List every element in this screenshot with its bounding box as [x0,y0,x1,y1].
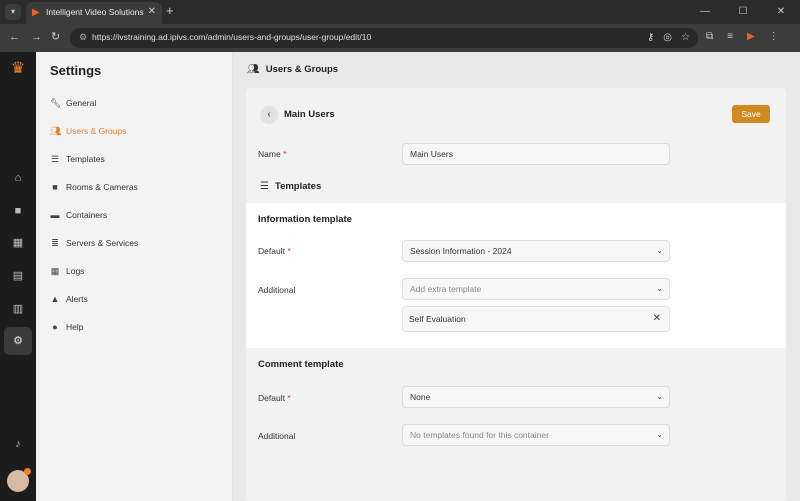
schedule-icon[interactable]: ▤ [4,262,32,290]
chevron-down-icon: ⌄ [656,284,663,293]
maximize-icon[interactable]: ☐ [724,0,762,24]
ivs-favicon-icon: ▶ [32,7,40,18]
app-nav-rail: ♛ ⌂ ■ ▦ ▤ ▥ ⚙ ♪ [0,52,36,501]
stats-icon[interactable]: ▥ [4,295,32,323]
users-icon: 👥︎ [50,125,62,136]
video-icon: ■ [52,182,58,192]
info-default-select[interactable]: Session Information - 2024 ⌄ [402,240,670,262]
chevron-down-icon: ⌄ [656,392,663,401]
avatar[interactable] [7,468,31,492]
bookmark-star-icon[interactable]: ☆ [681,31,690,45]
main-content: 👥︎ Users & Groups ‹ Main Users Save Name… [233,52,800,501]
info-additional-select[interactable]: Add extra template ⌄ [402,278,670,300]
forward-arrow-icon[interactable]: → [31,30,42,44]
sidebar-item-label: Logs [66,266,85,276]
camera-icon[interactable]: ■ [4,197,32,225]
reading-list-icon[interactable]: ≡ [727,30,733,44]
minimize-icon[interactable]: — [686,0,724,24]
ivs-logo-icon[interactable]: ♛ [9,60,27,78]
sidebar-item-servers-services[interactable]: ≣ Servers & Services [50,235,138,251]
sidebar-title: Settings [50,63,102,78]
sidebar-item-label: Templates [66,154,105,164]
sidebar-item-containers[interactable]: ▬ Containers [50,207,108,223]
info-additional-label: Additional [258,285,296,295]
sidebar-item-users-groups[interactable]: 👥︎ Users & Groups [50,123,126,139]
information-template-heading: Information template [258,214,352,225]
ivs-extension-icon[interactable]: ▶ [747,30,755,44]
settings-sidebar: Settings 🔧︎ General 👥︎ Users & Groups ☰ … [36,52,233,501]
sidebar-item-label: Alerts [66,294,88,304]
comment-default-select[interactable]: None ⌄ [402,386,670,408]
sidebar-item-alerts[interactable]: ▲ Alerts [50,291,88,307]
calendar-icon: ▦ [50,265,60,276]
users-cog-icon: 👥︎ [247,64,260,75]
comment-default-label: Default * [258,393,291,403]
url-bar[interactable]: ⚙ https://ivstraining.ad.ipivs.com/admin… [70,28,698,48]
sidebar-item-label: General [66,98,97,108]
sidebar-item-label: Rooms & Cameras [66,182,138,192]
warning-icon: ▲ [50,294,60,304]
comment-additional-label: Additional [258,431,296,441]
list-icon: ☰ [50,153,60,164]
reload-icon[interactable]: ↻ [51,30,60,44]
browser-tab-bar: ▾ ▶ Intelligent Video Solutions ✕ + — ☐ … [0,0,800,24]
name-label: Name * [258,149,287,159]
templates-section-title: ☰ Templates [260,181,322,192]
comment-template-heading: Comment template [258,359,344,370]
window-close-icon[interactable]: ✕ [762,0,800,24]
browser-tab[interactable]: ▶ Intelligent Video Solutions ✕ [26,2,162,24]
site-info-icon[interactable]: ⚙ [79,32,90,43]
avatar-status-dot [24,468,31,475]
chevron-down-icon: ⌄ [656,246,663,255]
info-default-label: Default * [258,246,291,256]
tab-search-chevron-icon[interactable]: ▾ [5,4,21,20]
tab-close-icon[interactable]: ✕ [148,6,156,18]
sidebar-item-logs[interactable]: ▦ Logs [50,263,85,279]
notification-bell-icon[interactable]: ♪ [4,430,32,458]
sidebar-item-templates[interactable]: ☰ Templates [50,151,105,167]
wrench-icon: 🔧︎ [50,97,62,108]
omnibox-icons: ⚷ ◎ ☆ [647,31,690,45]
sidebar-item-label: Help [66,322,84,332]
sidebar-item-label: Containers [66,210,108,220]
page-title: 👥︎ Users & Groups [247,64,339,75]
window-controls: — ☐ ✕ [686,0,800,24]
sidebar-item-rooms-cameras[interactable]: ■ Rooms & Cameras [50,179,138,195]
tab-title: Intelligent Video Solutions [46,7,144,17]
sidebar-item-general[interactable]: 🔧︎ General [50,95,96,111]
information-template-panel: Information template Default * Session I… [246,203,786,348]
archive-icon: ▬ [50,210,60,220]
sidebar-item-label: Servers & Services [66,238,139,248]
name-input[interactable]: Main Users [402,143,670,165]
user-group-card: ‹ Main Users Save Name * Main Users ☰ Te… [246,88,786,501]
sidebar-item-label: Users & Groups [66,126,127,136]
settings-gear-icon[interactable]: ⚙ [4,327,32,355]
key-icon[interactable]: ⚷ [647,31,654,45]
server-icon: ≣ [51,237,59,248]
required-asterisk: * [287,393,291,403]
extension-icons: ⧉ ≡ ▶ ⋮ [706,30,779,44]
new-tab-icon[interactable]: + [166,4,174,18]
home-icon[interactable]: ⌂ [4,164,32,192]
back-chevron-icon[interactable]: ‹ [260,106,278,124]
card-title: Main Users [284,109,335,120]
url-text[interactable]: https://ivstraining.ad.ipivs.com/admin/u… [92,32,371,42]
eye-slash-icon[interactable]: ◎ [663,31,672,45]
templates-list-icon: ☰ [260,181,269,192]
save-button[interactable]: Save [732,105,770,123]
film-icon[interactable]: ▦ [4,229,32,257]
address-bar-row: ← → ↻ ⚙ https://ivstraining.ad.ipivs.com… [0,24,800,52]
required-asterisk: * [283,149,287,159]
comment-additional-select[interactable]: No templates found for this container ⌄ [402,424,670,446]
chevron-down-icon: ⌄ [656,430,663,439]
extensions-puzzle-icon[interactable]: ⧉ [706,30,713,44]
help-icon: ● [52,322,58,332]
back-arrow-icon[interactable]: ← [9,30,20,44]
sidebar-item-help[interactable]: ● Help [50,319,83,335]
required-asterisk: * [287,246,291,256]
remove-close-icon[interactable]: ✕ [653,307,661,331]
browser-menu-icon[interactable]: ⋮ [769,30,779,44]
selected-template-chip: Self Evaluation ✕ [402,306,670,332]
